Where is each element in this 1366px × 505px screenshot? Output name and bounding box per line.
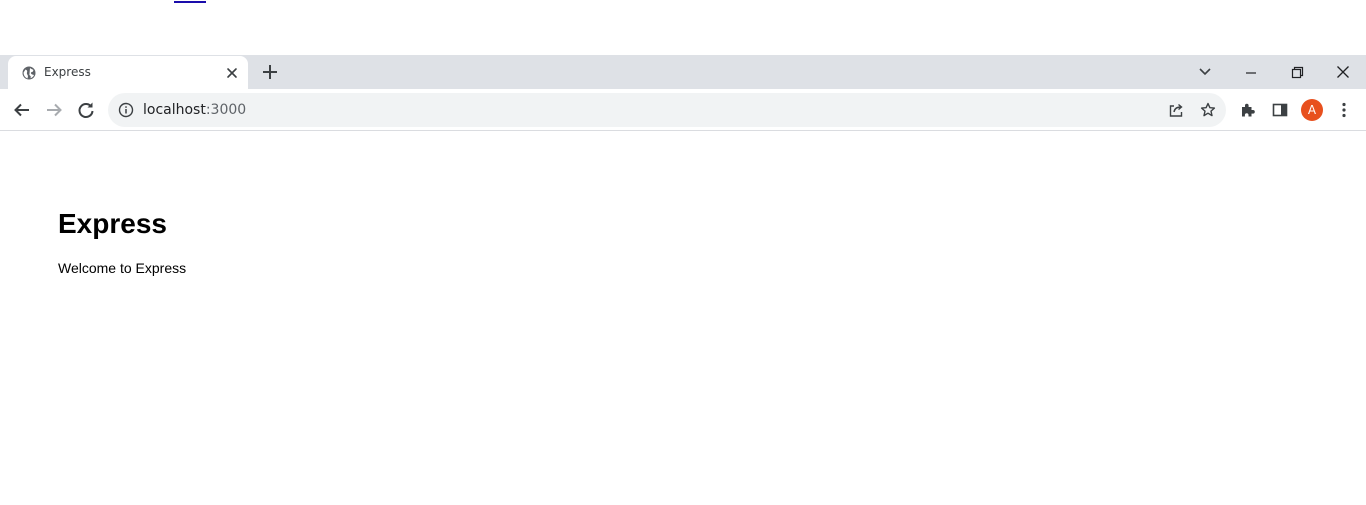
page-content: Express Welcome to Express — [0, 132, 1366, 505]
url-port: :3000 — [205, 102, 247, 118]
url-host: localhost — [143, 102, 206, 118]
chevron-down-icon[interactable] — [1193, 60, 1217, 84]
tab-title: Express — [44, 65, 91, 79]
tab-close-icon[interactable] — [224, 65, 240, 81]
toolbar: localhost:3000 A — [0, 89, 1366, 131]
page-heading: Express — [58, 208, 167, 239]
url-text[interactable]: localhost:3000 — [143, 101, 246, 119]
puzzle-icon[interactable] — [1236, 98, 1260, 122]
info-icon[interactable] — [118, 102, 134, 118]
browser-window: Express localhost:3000 A Express Welcome… — [0, 55, 1366, 505]
welcome-text: Welcome to Express — [58, 260, 187, 276]
close-icon[interactable] — [1331, 60, 1355, 84]
restore-icon[interactable] — [1285, 60, 1309, 84]
profile-avatar[interactable]: A — [1301, 99, 1323, 121]
new-tab-button[interactable] — [258, 60, 282, 84]
side-panel-icon[interactable] — [1268, 98, 1292, 122]
globe-icon — [21, 65, 37, 81]
arrow-right-icon[interactable] — [42, 98, 66, 122]
tab-express[interactable]: Express — [8, 56, 248, 89]
arrow-left-icon[interactable] — [10, 98, 34, 122]
kebab-menu-icon[interactable] — [1332, 98, 1356, 122]
star-icon[interactable] — [1199, 101, 1217, 119]
minimize-icon[interactable] — [1239, 60, 1263, 84]
tab-strip: Express — [0, 55, 1366, 89]
reload-icon[interactable] — [74, 98, 98, 122]
top-link-underline — [174, 1, 206, 3]
address-bar[interactable]: localhost:3000 — [108, 93, 1226, 127]
share-icon[interactable] — [1167, 101, 1185, 119]
